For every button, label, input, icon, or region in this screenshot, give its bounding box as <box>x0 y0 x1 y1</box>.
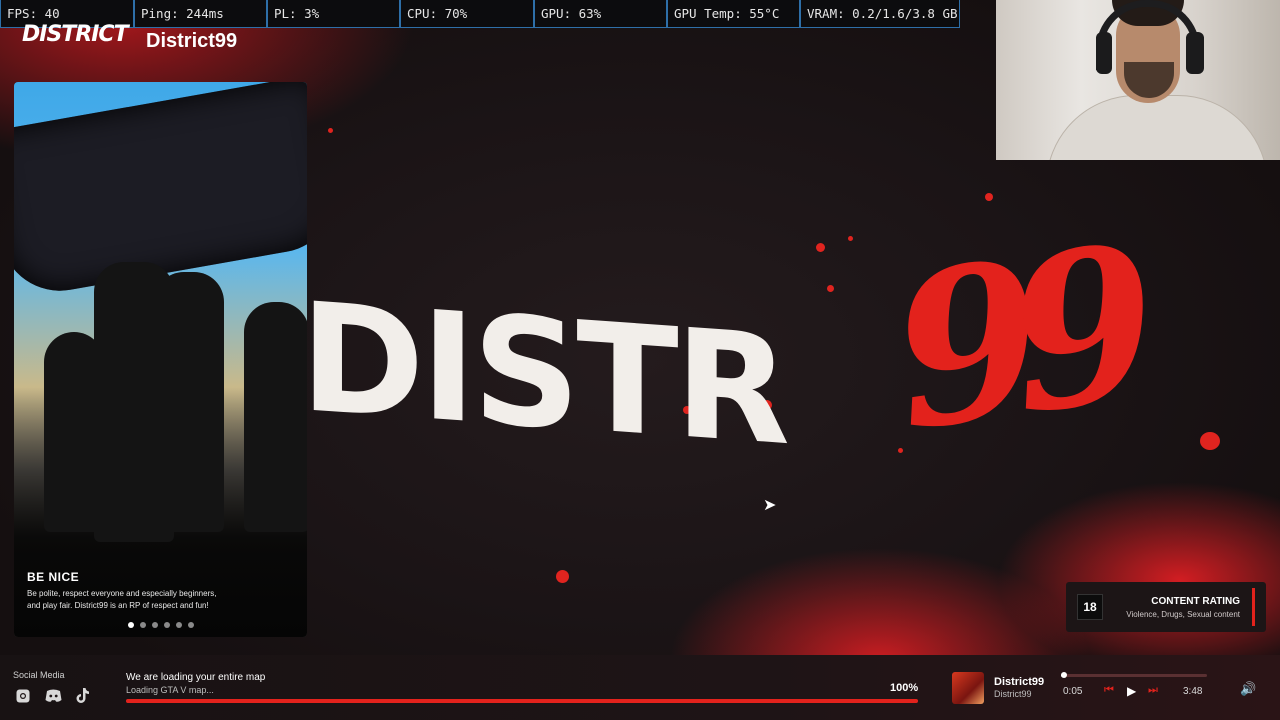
paint-speck <box>816 243 825 252</box>
card-title: BE NICE <box>27 570 80 584</box>
track-title: District99 <box>994 676 1045 688</box>
card-character <box>154 272 224 532</box>
next-track-icon[interactable]: ⏭ <box>1148 684 1158 697</box>
loading-progress-fill <box>126 699 918 703</box>
carousel-dot[interactable] <box>140 622 146 628</box>
content-rating-badge: 18 CONTENT RATING Violence, Drugs, Sexua… <box>1066 582 1266 632</box>
volume-icon[interactable]: 🔊 <box>1240 681 1256 697</box>
carousel-dot[interactable] <box>128 622 134 628</box>
discord-icon[interactable] <box>44 687 62 705</box>
content-rating-descriptors: Violence, Drugs, Sexual content <box>1126 610 1240 619</box>
paint-speck <box>328 128 333 133</box>
social-media-label: Social Media <box>13 670 65 680</box>
loading-progress-bar <box>126 699 918 703</box>
district-logo: DISTRICT <box>22 22 129 47</box>
carousel-dot[interactable] <box>188 622 194 628</box>
play-icon[interactable]: ▶ <box>1127 684 1136 698</box>
carousel-dot[interactable] <box>164 622 170 628</box>
paint-speck <box>556 570 569 583</box>
gpu-stat: GPU: 63% <box>534 0 667 27</box>
vram-stat: VRAM: 0.2/1.6/3.8 GB <box>800 0 960 27</box>
rating-accent-bar <box>1252 588 1255 626</box>
seek-bar[interactable] <box>1060 672 1207 678</box>
server-title: District99 <box>146 30 238 52</box>
webcam-overlay <box>996 0 1280 160</box>
paint-speck <box>848 236 853 241</box>
social-icons <box>14 687 92 705</box>
cpu-stat: CPU: 70% <box>400 0 534 27</box>
paint-speck <box>985 193 993 201</box>
webcam-person-body <box>1046 95 1268 160</box>
track-artist: District99 <box>994 689 1032 699</box>
headset-cup-left <box>1096 32 1112 74</box>
tiktok-icon[interactable] <box>74 687 92 705</box>
gpu-temp-stat: GPU Temp: 55°C <box>667 0 800 27</box>
paint-speck <box>1200 432 1220 450</box>
district-word-art: DISTR <box>300 271 787 479</box>
paint-speck <box>898 448 903 453</box>
loading-title: We are loading your entire map <box>126 672 266 683</box>
previous-track-icon[interactable]: ⏮ <box>1104 684 1114 697</box>
performance-overlay: FPS: 40 Ping: 244ms PL: 3% CPU: 70% GPU:… <box>0 0 960 28</box>
card-character <box>244 302 307 532</box>
headset-cup-right <box>1186 32 1204 74</box>
instagram-icon[interactable] <box>14 687 32 705</box>
mouse-cursor-icon: ➤ <box>763 497 777 514</box>
carousel-dot[interactable] <box>152 622 158 628</box>
time-total: 3:48 <box>1183 686 1203 697</box>
card-description: Be polite, respect everyone and especial… <box>27 589 217 610</box>
paint-speck <box>827 285 834 292</box>
loading-subtitle: Loading GTA V map... <box>126 685 214 695</box>
album-art <box>952 672 984 704</box>
loading-percent: 100% <box>890 682 919 694</box>
content-rating-title: CONTENT RATING <box>1151 596 1240 607</box>
carousel-dot[interactable] <box>176 622 182 628</box>
bottom-bar: Social Media We are loading your entire … <box>0 655 1280 720</box>
ping-stat: Ping: 244ms <box>134 0 267 27</box>
age-rating: 18 <box>1077 594 1103 620</box>
seek-handle[interactable] <box>1060 672 1067 678</box>
carousel-dots <box>128 622 194 628</box>
packet-loss-stat: PL: 3% <box>267 0 400 27</box>
time-current: 0:05 <box>1063 686 1083 697</box>
rules-carousel-card: BE NICE Be polite, respect everyone and … <box>14 82 307 637</box>
ninety-nine-art: 99 <box>878 201 1144 478</box>
